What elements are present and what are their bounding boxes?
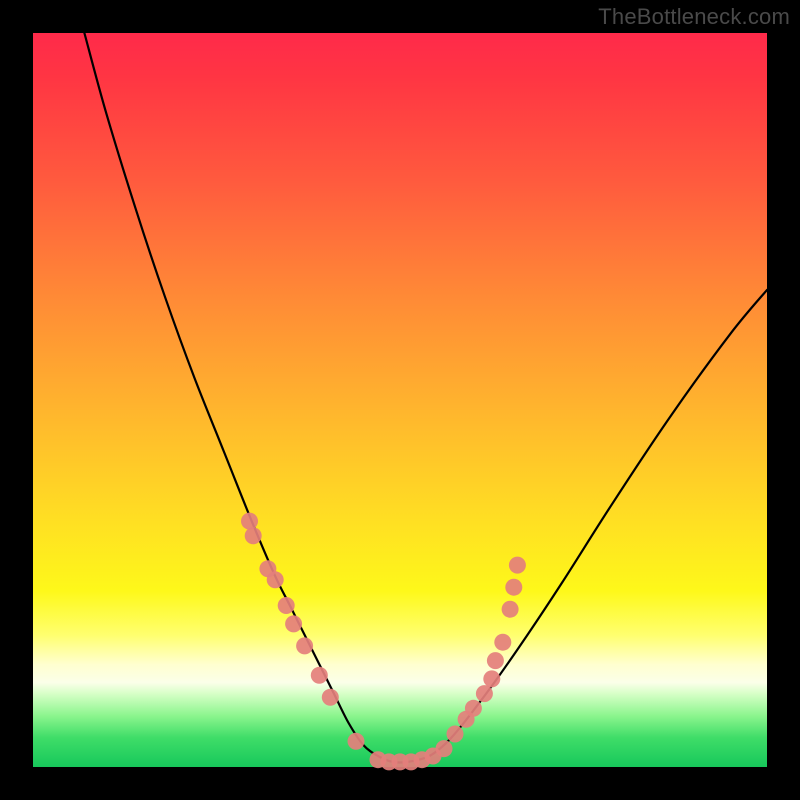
marker-dot [447, 726, 464, 743]
marker-dot [494, 634, 511, 651]
marker-dot [436, 740, 453, 757]
marker-dot [509, 557, 526, 574]
marker-dot [483, 670, 500, 687]
marker-dot [505, 579, 522, 596]
marker-dot [296, 637, 313, 654]
plot-area [33, 33, 767, 767]
marker-dot [278, 597, 295, 614]
marker-dot [322, 689, 339, 706]
bottleneck-curve [84, 33, 767, 763]
marker-dot [476, 685, 493, 702]
marker-dot [267, 571, 284, 588]
marker-dot [487, 652, 504, 669]
marker-dot [465, 700, 482, 717]
watermark-text: TheBottleneck.com [598, 4, 790, 30]
marker-dot [348, 733, 365, 750]
scatter-markers [241, 513, 526, 771]
chart-frame: TheBottleneck.com [0, 0, 800, 800]
curve-layer [33, 33, 767, 767]
marker-dot [285, 615, 302, 632]
marker-dot [502, 601, 519, 618]
marker-dot [241, 513, 258, 530]
marker-dot [245, 527, 262, 544]
marker-dot [311, 667, 328, 684]
